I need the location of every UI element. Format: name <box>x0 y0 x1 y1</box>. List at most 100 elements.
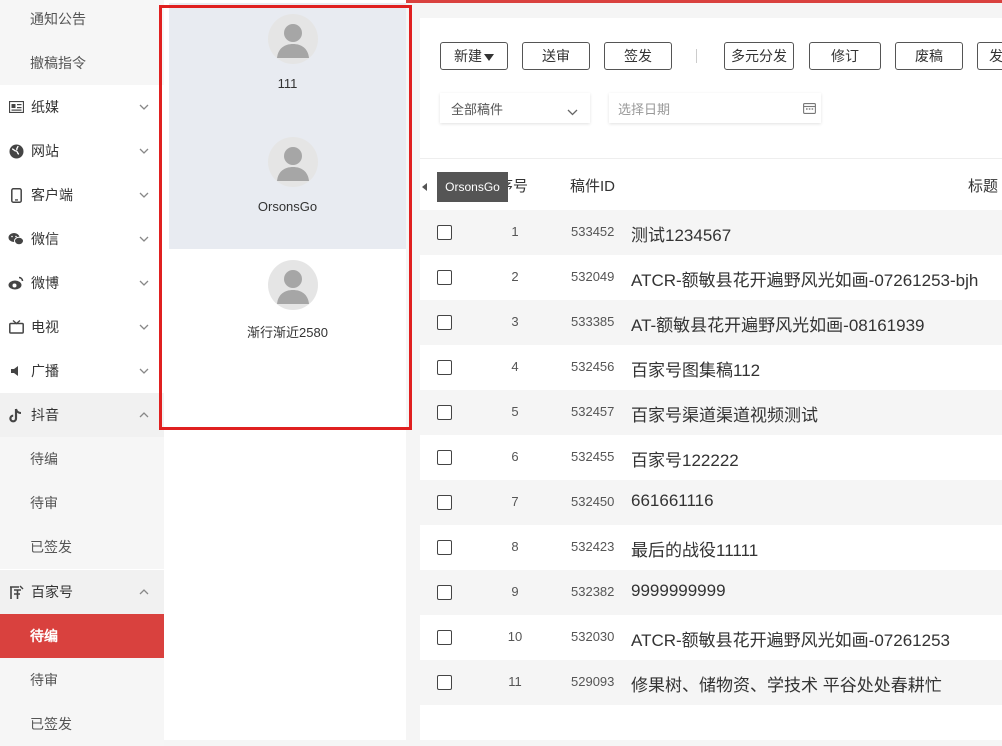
sidebar-item-baijia-pending-review[interactable]: 待审 <box>0 658 164 702</box>
row-title[interactable]: 测试1234567 <box>631 221 731 246</box>
row-id: 532455 <box>571 449 615 464</box>
row-checkbox[interactable] <box>437 585 452 600</box>
row-title[interactable]: 9999999999 <box>631 581 726 601</box>
sidebar-item-label: 微信 <box>31 231 59 247</box>
sidebar-item-wechat[interactable]: 微信 <box>0 217 164 261</box>
row-title[interactable]: 百家号122222 <box>631 446 739 471</box>
user-item[interactable]: OrsonsGo <box>169 126 406 249</box>
chevron-down-icon <box>136 368 152 374</box>
row-title[interactable]: 百家号图集稿112 <box>631 356 760 381</box>
chevron-down-icon <box>136 192 152 198</box>
user-item[interactable]: 111 <box>169 3 406 126</box>
manuscript-type-select[interactable]: 全部稿件 <box>440 93 590 123</box>
speaker-icon <box>8 363 24 379</box>
row-checkbox[interactable] <box>437 675 452 690</box>
row-id: 532457 <box>571 404 615 419</box>
sidebar-item-baijia[interactable]: 百家号 <box>0 570 164 614</box>
chevron-down-icon <box>567 104 578 119</box>
newspaper-icon <box>8 99 24 115</box>
table-row[interactable]: 11 529093 修果树、储物资、学技术 平谷处处春耕忙 <box>420 660 1002 705</box>
caret-down-icon <box>484 48 494 64</box>
sidebar-item-label: 待审 <box>30 672 58 688</box>
row-checkbox[interactable] <box>437 405 452 420</box>
row-title[interactable]: 百家号渠道渠道视频测试 <box>631 401 818 426</box>
sidebar-item-client[interactable]: 客户端 <box>0 173 164 217</box>
row-checkbox[interactable] <box>437 225 452 240</box>
date-picker[interactable]: 选择日期 <box>609 93 821 123</box>
user-name: 渐行渐近2580 <box>247 325 328 340</box>
table-row[interactable]: 7 532450 661661116 <box>420 480 1002 525</box>
sidebar-item-label: 已签发 <box>30 716 72 732</box>
avatar <box>268 137 318 187</box>
sidebar-item-douyin-pending-review[interactable]: 待审 <box>0 481 164 525</box>
sign-button[interactable]: 签发 <box>604 42 672 70</box>
row-number: 7 <box>511 494 519 509</box>
toolbar-divider <box>696 49 697 63</box>
table-row[interactable]: 1 533452 测试1234567 <box>420 210 1002 255</box>
calendar-icon <box>803 102 816 117</box>
table-row[interactable]: 4 532456 百家号图集稿112 <box>420 345 1002 390</box>
row-id: 532423 <box>571 539 615 554</box>
publish-button[interactable]: 发 <box>977 42 1002 70</box>
sidebar: 通知公告 撤稿指令 纸媒 网站 客户端 微信 微博 电视 广播 抖音 待编 待审… <box>0 0 164 746</box>
table-row[interactable]: 2 532049 ATCR-额敏县花开遍野风光如画-07261253-bjh <box>420 255 1002 300</box>
row-title[interactable]: 最后的战役11111 <box>631 536 758 561</box>
row-checkbox[interactable] <box>437 270 452 285</box>
row-title[interactable]: 修果树、储物资、学技术 平谷处处春耕忙 <box>631 671 942 696</box>
user-item[interactable]: 渐行渐近2580 <box>169 249 406 372</box>
wechat-icon <box>8 231 24 247</box>
sidebar-item-radio[interactable]: 广播 <box>0 349 164 393</box>
row-number: 10 <box>507 629 523 644</box>
row-checkbox[interactable] <box>437 360 452 375</box>
chevron-down-icon <box>136 280 152 286</box>
sidebar-item-weibo[interactable]: 微博 <box>0 261 164 305</box>
row-checkbox[interactable] <box>437 315 452 330</box>
sidebar-item-label: 网站 <box>31 143 59 159</box>
row-number: 6 <box>511 449 519 464</box>
user-name: OrsonsGo <box>257 199 318 214</box>
table-row[interactable]: 5 532457 百家号渠道渠道视频测试 <box>420 390 1002 435</box>
multi-distribute-button[interactable]: 多元分发 <box>724 42 794 70</box>
sidebar-item-baijia-signed[interactable]: 已签发 <box>0 702 164 746</box>
sidebar-item-douyin-pending-edit[interactable]: 待编 <box>0 437 164 481</box>
sidebar-item-withdraw[interactable]: 撤稿指令 <box>0 41 164 85</box>
sidebar-item-label: 待编 <box>30 628 58 644</box>
sidebar-item-label: 电视 <box>31 319 59 335</box>
row-id: 533452 <box>571 224 615 239</box>
row-number: 1 <box>511 224 519 239</box>
chevron-down-icon <box>136 324 152 330</box>
revise-button[interactable]: 修订 <box>809 42 881 70</box>
sidebar-item-label: 微博 <box>31 275 59 291</box>
row-checkbox[interactable] <box>437 540 452 555</box>
submit-review-button[interactable]: 送审 <box>522 42 590 70</box>
row-title[interactable]: 661661116 <box>631 491 714 511</box>
row-title[interactable]: ATCR-额敏县花开遍野风光如画-07261253-bjh <box>631 266 978 291</box>
sidebar-item-douyin-signed[interactable]: 已签发 <box>0 525 164 569</box>
row-title[interactable]: ATCR-额敏县花开遍野风光如画-07261253 <box>631 626 950 651</box>
sidebar-item-douyin[interactable]: 抖音 <box>0 393 164 437</box>
sidebar-item-label: 待审 <box>30 495 58 511</box>
discard-button[interactable]: 废稿 <box>895 42 963 70</box>
sidebar-item-tv[interactable]: 电视 <box>0 305 164 349</box>
column-title: 标题 <box>968 178 999 195</box>
sidebar-item-paper[interactable]: 纸媒 <box>0 85 164 129</box>
table-row[interactable]: 9 532382 9999999999 <box>420 570 1002 615</box>
sidebar-item-label: 撤稿指令 <box>30 55 86 71</box>
mobile-icon <box>8 187 24 203</box>
weibo-icon <box>8 275 24 291</box>
sidebar-item-label: 已签发 <box>30 539 72 555</box>
table-row[interactable]: 6 532455 百家号122222 <box>420 435 1002 480</box>
sidebar-item-website[interactable]: 网站 <box>0 129 164 173</box>
new-button[interactable]: 新建 <box>440 42 508 70</box>
row-checkbox[interactable] <box>437 450 452 465</box>
table-row[interactable]: 8 532423 最后的战役11111 <box>420 525 1002 570</box>
table-row[interactable]: 10 532030 ATCR-额敏县花开遍野风光如画-07261253 <box>420 615 1002 660</box>
sidebar-item-label: 客户端 <box>31 187 73 203</box>
row-checkbox[interactable] <box>437 495 452 510</box>
row-checkbox[interactable] <box>437 630 452 645</box>
sidebar-item-baijia-pending-edit[interactable]: 待编 <box>0 614 164 658</box>
table-row[interactable]: 3 533385 AT-额敏县花开遍野风光如画-08161939 <box>420 300 1002 345</box>
row-id: 532456 <box>571 359 615 374</box>
sidebar-item-notice[interactable]: 通知公告 <box>0 0 164 41</box>
row-title[interactable]: AT-额敏县花开遍野风光如画-08161939 <box>631 311 924 336</box>
